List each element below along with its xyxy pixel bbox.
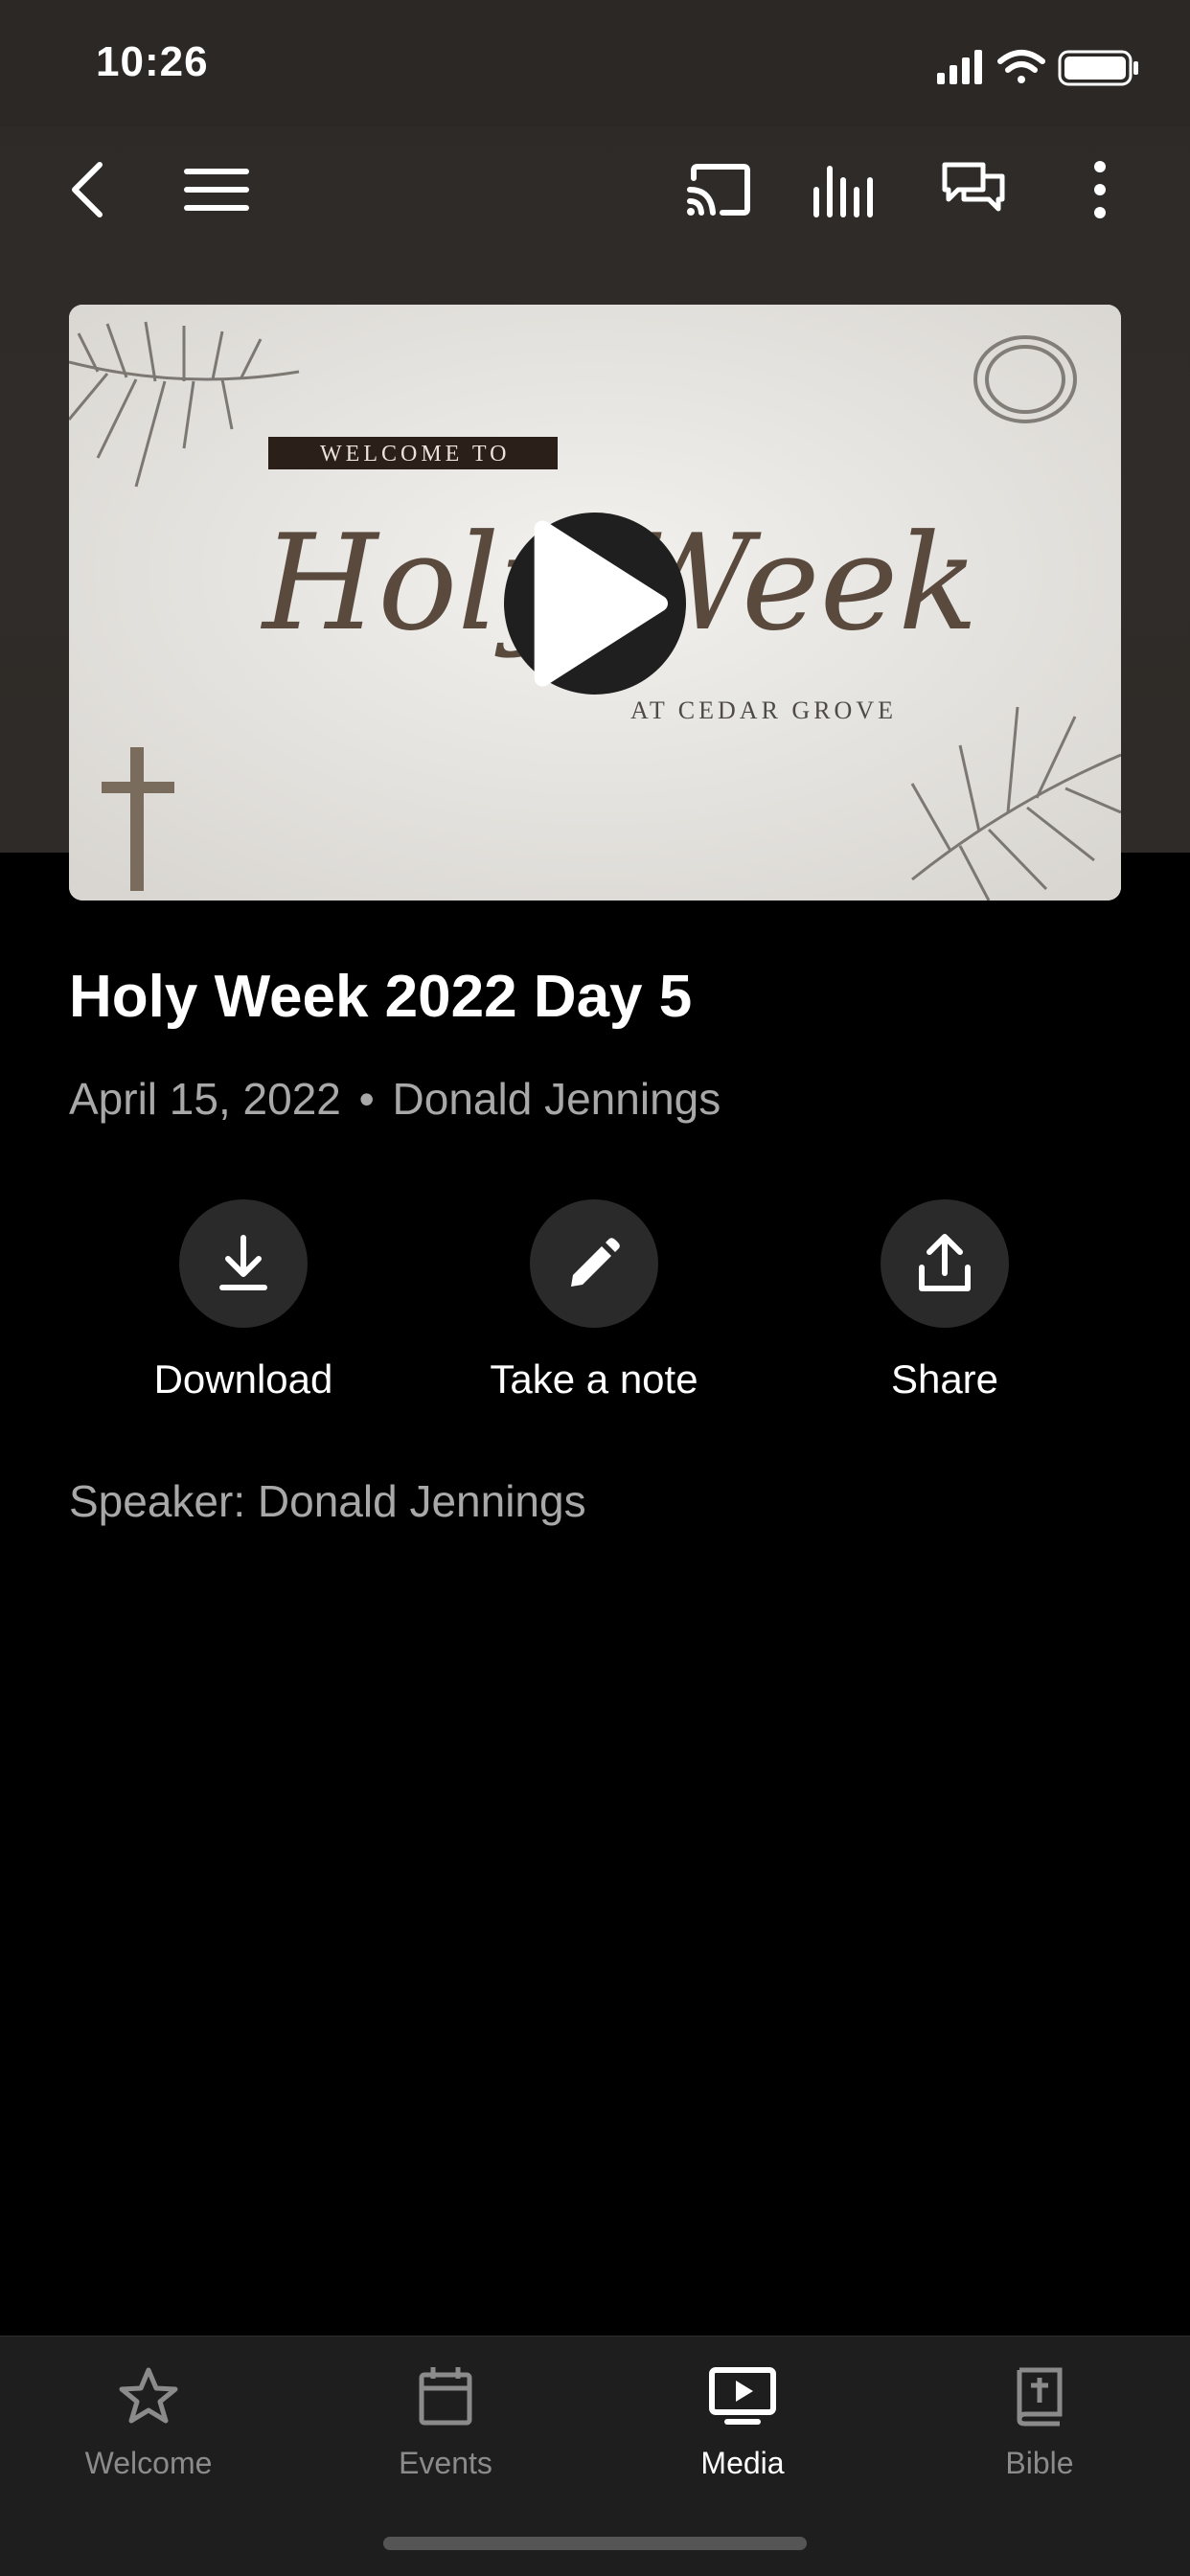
play-icon xyxy=(534,520,668,687)
chat-icon[interactable] xyxy=(935,151,1012,228)
equalizer-icon[interactable] xyxy=(807,151,883,228)
tab-media-label: Media xyxy=(700,2446,785,2480)
top-navigation xyxy=(0,126,1190,251)
tab-bible-label: Bible xyxy=(1005,2446,1074,2480)
status-icons xyxy=(937,46,1148,88)
media-title: Holy Week 2022 Day 5 xyxy=(69,964,693,1030)
media-meta: April 15, 2022 • Donald Jennings xyxy=(69,1073,721,1125)
menu-icon[interactable] xyxy=(178,151,255,228)
signal-icon xyxy=(937,50,982,84)
video-player[interactable]: WELCOME TO Holy Week AT CEDAR GROVE xyxy=(69,305,1121,900)
speaker-line: Speaker: Donald Jennings xyxy=(69,1476,586,1526)
share-icon[interactable] xyxy=(881,1199,1009,1328)
media-icon xyxy=(594,2358,891,2434)
tab-events[interactable]: Events xyxy=(297,2358,594,2481)
home-indicator xyxy=(383,2537,807,2550)
share-button[interactable]: Share xyxy=(791,1199,1098,1402)
tab-media[interactable]: Media xyxy=(594,2358,891,2481)
play-button[interactable] xyxy=(504,513,686,695)
back-icon[interactable] xyxy=(50,151,126,228)
pencil-icon[interactable] xyxy=(530,1199,658,1328)
media-actions: Download Take a note Share xyxy=(0,1199,1190,1410)
status-bar: 10:26 xyxy=(0,0,1190,126)
status-time: 10:26 xyxy=(96,38,209,85)
take-note-button[interactable]: Take a note xyxy=(441,1199,747,1402)
tab-welcome-label: Welcome xyxy=(84,2446,213,2480)
more-icon[interactable] xyxy=(1062,151,1138,228)
calendar-icon xyxy=(297,2358,594,2434)
battery-icon xyxy=(1058,50,1138,86)
take-note-label: Take a note xyxy=(490,1356,698,1402)
share-label: Share xyxy=(890,1356,999,1402)
media-date: April 15, 2022 xyxy=(69,1074,341,1124)
tab-welcome[interactable]: Welcome xyxy=(0,2358,297,2481)
download-label: Download xyxy=(153,1356,333,1402)
cast-icon[interactable] xyxy=(680,151,757,228)
welcome-text: WELCOME TO xyxy=(320,442,510,467)
download-button[interactable]: Download xyxy=(90,1199,397,1402)
tab-bible[interactable]: Bible xyxy=(891,2358,1188,2481)
meta-separator: • xyxy=(358,1074,375,1124)
media-author: Donald Jennings xyxy=(392,1074,721,1124)
tab-events-label: Events xyxy=(399,2446,492,2480)
download-icon[interactable] xyxy=(179,1199,308,1328)
cedar-grove-text: AT CEDAR GROVE xyxy=(630,696,897,724)
bible-icon xyxy=(891,2358,1188,2434)
wifi-icon xyxy=(997,50,1045,83)
star-icon xyxy=(0,2358,297,2434)
